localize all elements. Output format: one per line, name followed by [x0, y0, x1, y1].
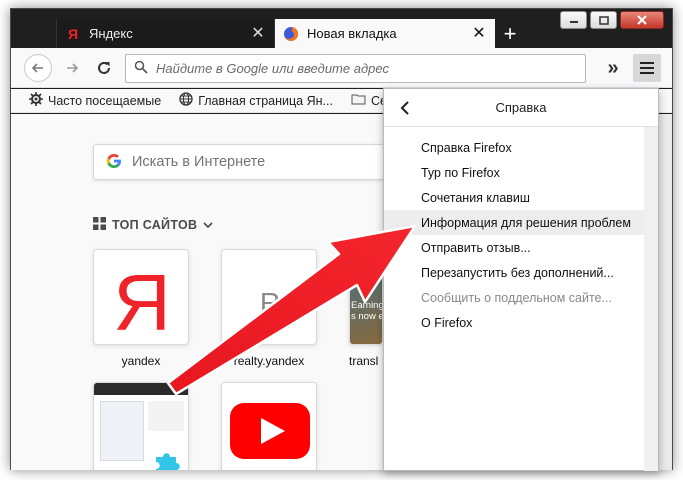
annotation-arrow	[166, 224, 417, 396]
arrow-shaft	[166, 224, 417, 396]
